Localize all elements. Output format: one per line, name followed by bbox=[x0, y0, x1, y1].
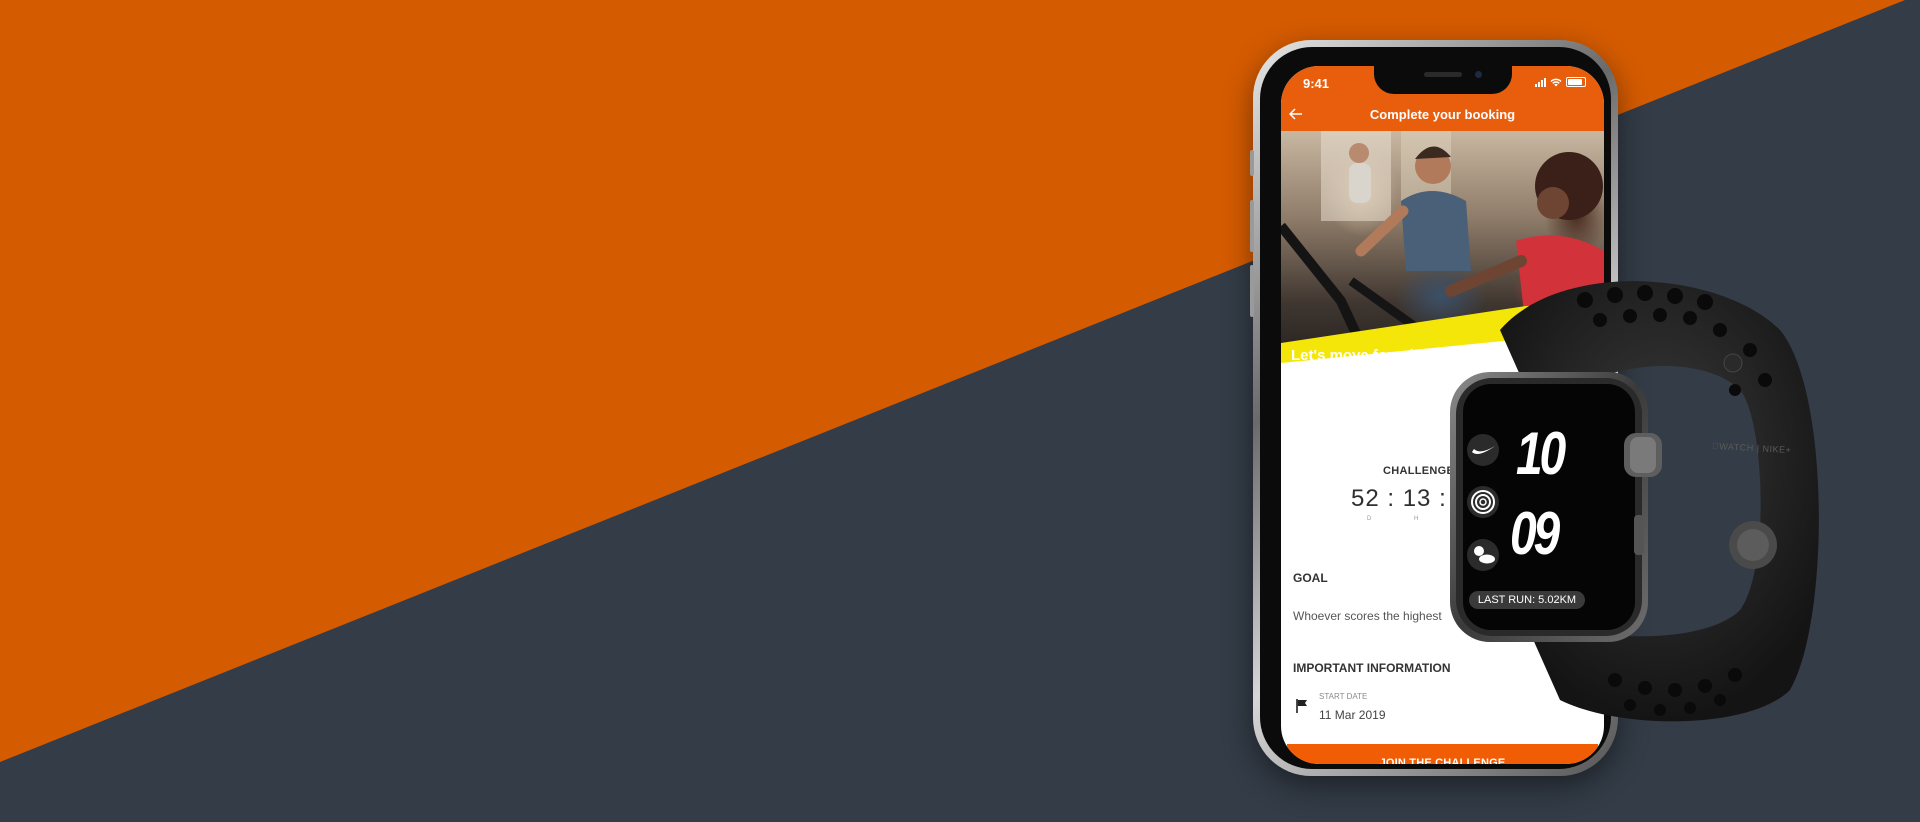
join-challenge-button[interactable]: JOIN THE CHALLENGE bbox=[1287, 744, 1598, 764]
app-header: Complete your booking bbox=[1281, 99, 1604, 131]
front-camera bbox=[1475, 71, 1482, 78]
countdown-label: CHALLENGE bbox=[1383, 465, 1455, 477]
volume-up-button bbox=[1250, 200, 1254, 252]
last-run-complication: LAST RUN: 5.02KM bbox=[1469, 591, 1585, 609]
goal-description: Whoever scores the highest bbox=[1293, 609, 1442, 623]
phone-screen: 9:41 Complete your booking Let's move fo… bbox=[1281, 66, 1604, 764]
countdown-unit-days: D bbox=[1367, 516, 1372, 522]
battery-icon bbox=[1566, 77, 1586, 87]
cellular-signal-icon bbox=[1535, 77, 1546, 87]
countdown-unit-hours: H bbox=[1414, 516, 1419, 522]
important-info-heading: IMPORTANT INFORMATION bbox=[1293, 661, 1451, 675]
background bbox=[0, 0, 1920, 822]
flag-icon bbox=[1296, 699, 1307, 713]
start-date-value: 11 Mar 2019 bbox=[1319, 708, 1386, 722]
countdown-timer: 52 : 13 : 1 bbox=[1351, 485, 1469, 512]
watch-hour: 10 bbox=[1516, 420, 1566, 487]
iphone-mockup: 9:41 Complete your booking Let's move fo… bbox=[1250, 40, 1618, 776]
start-date-label: START DATE bbox=[1319, 692, 1368, 701]
wifi-icon bbox=[1550, 78, 1562, 86]
gym-cycling-illustration bbox=[1281, 131, 1604, 378]
watch-minute: 09 bbox=[1510, 500, 1560, 567]
page-title: Complete your booking bbox=[1369, 107, 1516, 122]
status-time: 9:41 bbox=[1303, 76, 1330, 91]
hero-tagline: Let's move for a better world bbox=[1291, 347, 1496, 364]
goal-heading: GOAL bbox=[1293, 571, 1328, 585]
mute-switch bbox=[1250, 150, 1254, 176]
notch bbox=[1374, 66, 1512, 94]
volume-down-button bbox=[1250, 265, 1254, 317]
hero-image: Let's move for a better world bbox=[1281, 131, 1604, 378]
